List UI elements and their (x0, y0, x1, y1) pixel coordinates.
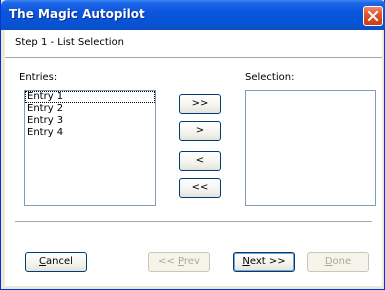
prev-label-start: << (158, 256, 179, 267)
prev-button[interactable]: << Prev (148, 252, 210, 272)
cancel-button[interactable]: Cancel (25, 252, 87, 272)
selection-listbox[interactable] (245, 90, 376, 206)
wizard-content: Entries: Entry 1 Entry 2 Entry 3 Entry 4… (5, 58, 382, 286)
list-item[interactable]: Entry 3 (25, 115, 155, 127)
next-button[interactable]: Next >> (233, 252, 295, 272)
selection-label: Selection: (245, 72, 295, 83)
close-button[interactable] (363, 6, 383, 26)
title-bar[interactable]: The Magic Autopilot (1, 0, 385, 30)
remove-one-button[interactable]: < (179, 151, 221, 171)
done-button[interactable]: Done (307, 252, 369, 272)
add-one-button[interactable]: > (179, 121, 221, 141)
list-item[interactable]: Entry 4 (25, 127, 155, 139)
done-mnemonic: D (324, 256, 333, 267)
step-header: Step 1 - List Selection (5, 30, 382, 57)
remove-all-button[interactable]: << (179, 178, 221, 198)
list-item[interactable]: Entry 1 (25, 91, 155, 103)
next-mnemonic: N (242, 256, 250, 267)
entries-label: Entries: (19, 72, 58, 83)
cancel-mnemonic: C (39, 256, 47, 267)
done-label-rest: one (332, 256, 352, 267)
prev-label-rest: rev (183, 256, 200, 267)
step-title: Step 1 - List Selection (15, 37, 125, 48)
footer-divider (15, 221, 372, 223)
wizard-window: The Magic Autopilot Step 1 - List Select… (0, 0, 385, 290)
add-all-button[interactable]: >> (179, 94, 221, 114)
entries-listbox[interactable]: Entry 1 Entry 2 Entry 3 Entry 4 (24, 90, 156, 206)
cancel-label-rest: ancel (46, 256, 73, 267)
list-item[interactable]: Entry 2 (25, 103, 155, 115)
next-label-rest: ext >> (249, 256, 286, 267)
window-title: The Magic Autopilot (9, 7, 145, 21)
close-icon (367, 10, 379, 22)
